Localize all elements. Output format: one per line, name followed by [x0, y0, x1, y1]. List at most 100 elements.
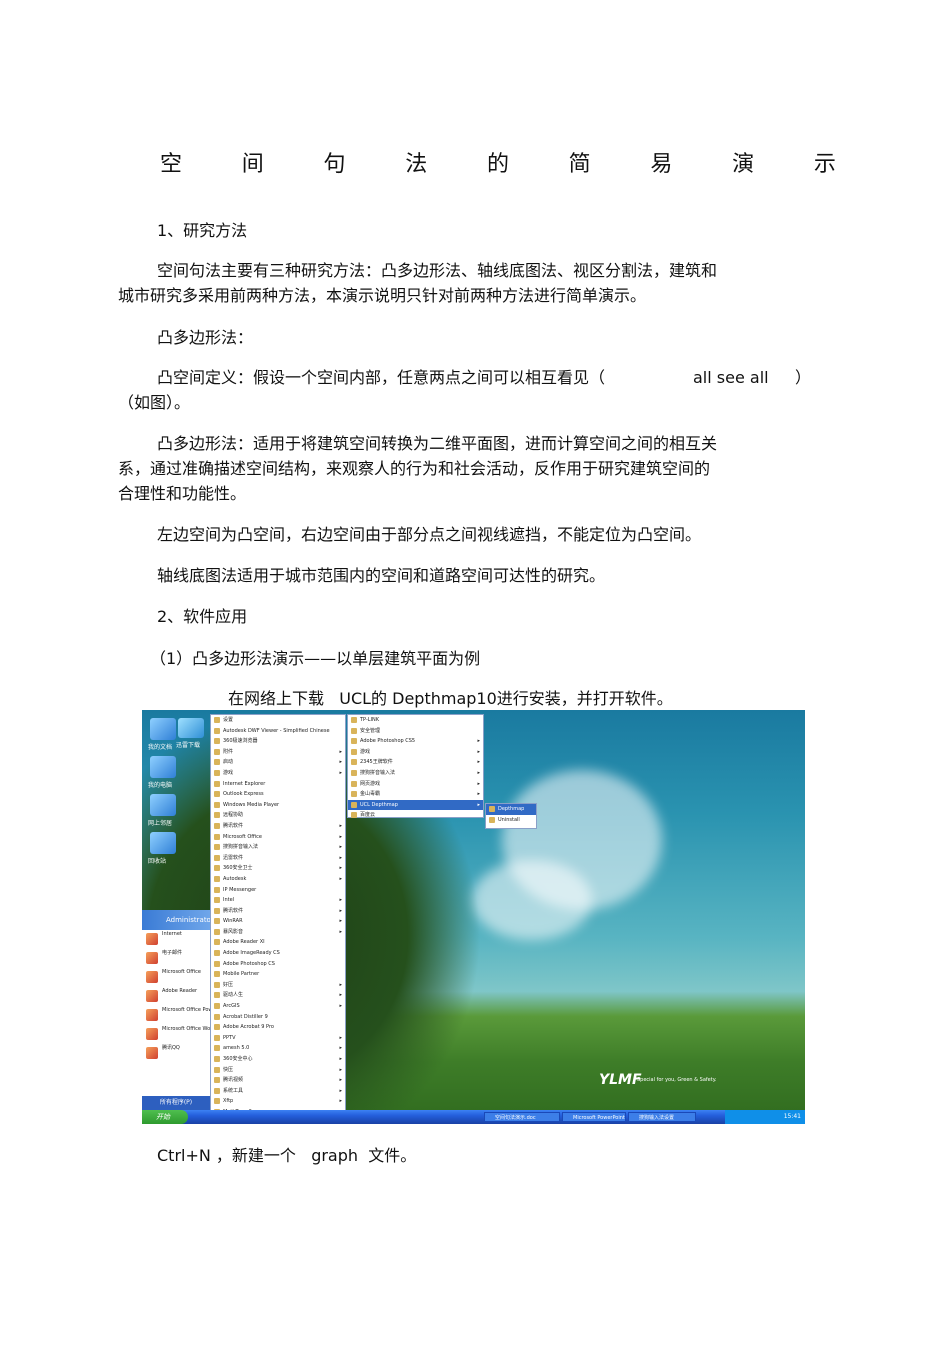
tray-clock: 15:41	[783, 1113, 801, 1120]
menu-item[interactable]: 安全管理	[348, 726, 483, 737]
menu-item[interactable]: WinRAR	[211, 916, 345, 927]
start-item[interactable]: Microsoft Office	[142, 968, 210, 987]
menu-item[interactable]: 游戏	[348, 747, 483, 758]
menu-item[interactable]: Adobe Reader XI	[211, 937, 345, 948]
title-char: 示	[813, 152, 836, 177]
menu-item[interactable]: 百度云	[348, 810, 483, 821]
system-tray: 15:41	[725, 1110, 805, 1124]
menu-item[interactable]: 360安全中心	[211, 1054, 345, 1065]
start-item[interactable]: Microsoft Office Word 2007	[142, 1025, 210, 1044]
depthmap-menu-item[interactable]: Depthmap	[486, 804, 536, 815]
intro-line-2: 城市研究多采用前两种方法，本演示说明只针对前两种方法进行简单演示。	[118, 286, 647, 305]
menu-item[interactable]: Mobile Partner	[211, 969, 345, 980]
convex-heading: 凸多边形法：	[157, 328, 254, 347]
menu-item[interactable]: 腾讯软件	[211, 906, 345, 917]
menu-item[interactable]: Autodesk DWF Viewer - Simplified Chinese	[211, 726, 345, 737]
menu-item[interactable]: Windows Media Player	[211, 800, 345, 811]
title-char: 空	[160, 152, 183, 177]
menu-item[interactable]: Acrobat Distiller 9	[211, 1012, 345, 1023]
section-heading-methods: 1、研究方法	[157, 221, 248, 240]
ylmf-logo: YLMF Special for you, Green & Safety.	[599, 1072, 719, 1092]
desktop-icon-label: 网上邻居	[148, 820, 173, 827]
uninstall-menu-item[interactable]: Uninstall	[486, 815, 536, 826]
convex-def-close: ）	[795, 368, 812, 387]
programs-menu: 设置 Autodesk DWF Viewer - Simplified Chine…	[210, 714, 346, 1124]
menu-item[interactable]: 2345王牌软件	[348, 757, 483, 768]
all-programs-button[interactable]: 所有程序(P)	[142, 1096, 210, 1110]
convex-method-line-3: 合理性和功能性。	[118, 484, 247, 503]
taskbar-item[interactable]: Microsoft PowerPoint	[562, 1112, 626, 1122]
start-button[interactable]: 开始	[142, 1110, 188, 1124]
title-char: 的	[486, 152, 509, 177]
menu-item[interactable]: 搜狗拼音输入法	[211, 842, 345, 853]
menu-item[interactable]: 迅雷软件	[211, 853, 345, 864]
start-item[interactable]: Internet	[142, 930, 210, 949]
menu-item[interactable]: 搜狗拼音输入法	[348, 768, 483, 779]
menu-item[interactable]: Intel	[211, 895, 345, 906]
title-char: 句	[323, 152, 346, 177]
menu-item[interactable]: 驱动人生	[211, 990, 345, 1001]
convex-definition: 凸空间定义：假设一个空间内部，任意两点之间可以相互看见（ all see all…	[118, 365, 811, 415]
recycle-bin-icon[interactable]	[150, 832, 176, 854]
menu-item[interactable]: 游戏	[211, 768, 345, 779]
menu-item[interactable]: 好压	[211, 980, 345, 991]
start-menu: Administrator Internet 电子邮件 Microsoft Of…	[142, 910, 214, 1110]
menu-item[interactable]: 快压	[211, 1065, 345, 1076]
menu-item[interactable]: Adobe Acrobat 9 Pro	[211, 1022, 345, 1033]
menu-item[interactable]: Adobe Photoshop CS	[211, 959, 345, 970]
taskbar-item[interactable]: 搜狗输入法设置	[628, 1112, 696, 1122]
ctrl-n-paragraph: Ctrl+N ，新建一个 graph 文件。	[157, 1146, 417, 1165]
taskbar-item[interactable]: 空间句法演示.doc	[484, 1112, 560, 1122]
menu-item[interactable]: Autodesk	[211, 874, 345, 885]
start-item[interactable]: Adobe Reader	[142, 987, 210, 1006]
menu-item[interactable]: UCL Depthmap	[348, 799, 483, 811]
menu-item[interactable]: 金山毒霸	[348, 789, 483, 800]
menu-item[interactable]: 360安全卫士	[211, 863, 345, 874]
convex-method-line-2: 系，通过准确描述空间结构，来观察人的行为和社会活动，反作用于研究建筑空间的	[118, 459, 711, 478]
menu-item[interactable]: Outlook Express	[211, 789, 345, 800]
menu-item[interactable]: Microsoft Office	[211, 832, 345, 843]
subsection-heading: （1）凸多边形法演示——以单层建筑平面为例	[150, 649, 481, 668]
intro-paragraph: 空间句法主要有三种研究方法：凸多边形法、轴线底图法、视区分割法，建筑和 城市研究…	[118, 258, 798, 308]
convex-def-text: 凸空间定义：假设一个空间内部，任意两点之间可以相互看见（	[157, 368, 606, 387]
thunder-download-icon[interactable]	[178, 718, 204, 738]
network-icon[interactable]	[150, 794, 176, 816]
menu-item[interactable]: 设置	[211, 715, 345, 726]
menu-item[interactable]: Adobe Photoshop CS5	[348, 736, 483, 747]
intro-line-1: 空间句法主要有三种研究方法：凸多边形法、轴线底图法、视区分割法，建筑和	[157, 261, 718, 280]
start-item[interactable]: 腾讯QQ	[142, 1044, 210, 1063]
title-char: 法	[405, 152, 428, 177]
menu-item[interactable]: 网页游戏	[348, 779, 483, 790]
start-menu-user: Administrator	[142, 910, 214, 930]
left-right-paragraph: 左边空间为凸空间，右边空间由于部分点之间视线遮挡，不能定位为凸空间。	[157, 525, 702, 544]
title-char: 间	[241, 152, 264, 177]
menu-item[interactable]: ArcGIS	[211, 1001, 345, 1012]
menu-item[interactable]: 附件	[211, 747, 345, 758]
menu-item[interactable]: Xftp	[211, 1096, 345, 1107]
menu-item[interactable]: 远程协助	[211, 810, 345, 821]
my-documents-icon[interactable]	[150, 718, 176, 740]
taskbar: 开始 空间句法演示.doc Microsoft PowerPoint 搜狗输入法…	[142, 1110, 805, 1124]
start-item[interactable]: Microsoft Office PowerPoint 2007	[142, 1006, 210, 1025]
desktop-screenshot: 我的文档 我的电脑 网上邻居 回收站 迅雷下载 Administrator In…	[142, 710, 805, 1124]
my-computer-icon[interactable]	[150, 756, 176, 778]
menu-item[interactable]: Adobe ImageReady CS	[211, 948, 345, 959]
menu-item[interactable]: 360极速浏览器	[211, 736, 345, 747]
menu-item[interactable]: 系统工具	[211, 1086, 345, 1097]
programs-submenu: TP-LINK安全管理Adobe Photoshop CS5游戏2345王牌软件…	[347, 714, 484, 818]
menu-item[interactable]: amesh 5.0	[211, 1043, 345, 1054]
convex-method-paragraph: 凸多边形法：适用于将建筑空间转换为二维平面图，进而计算空间之间的相互关 系，通过…	[118, 431, 798, 506]
menu-item[interactable]: IP Messenger	[211, 885, 345, 896]
menu-item[interactable]: 暴风影音	[211, 927, 345, 938]
start-item[interactable]: 电子邮件	[142, 949, 210, 968]
menu-item[interactable]: TP-LINK	[348, 715, 483, 726]
menu-item[interactable]: 启动	[211, 757, 345, 768]
menu-item[interactable]: PPTV	[211, 1033, 345, 1044]
depthmap-submenu: Depthmap Uninstall	[485, 803, 537, 829]
axial-paragraph: 轴线底图法适用于城市范围内的空间和道路空间可达性的研究。	[157, 566, 606, 585]
title-char: 简	[568, 152, 591, 177]
menu-item[interactable]: 腾讯视频	[211, 1075, 345, 1086]
menu-item[interactable]: 腾讯软件	[211, 821, 345, 832]
menu-item[interactable]: Internet Explorer	[211, 779, 345, 790]
cloud-shape	[472, 860, 592, 940]
